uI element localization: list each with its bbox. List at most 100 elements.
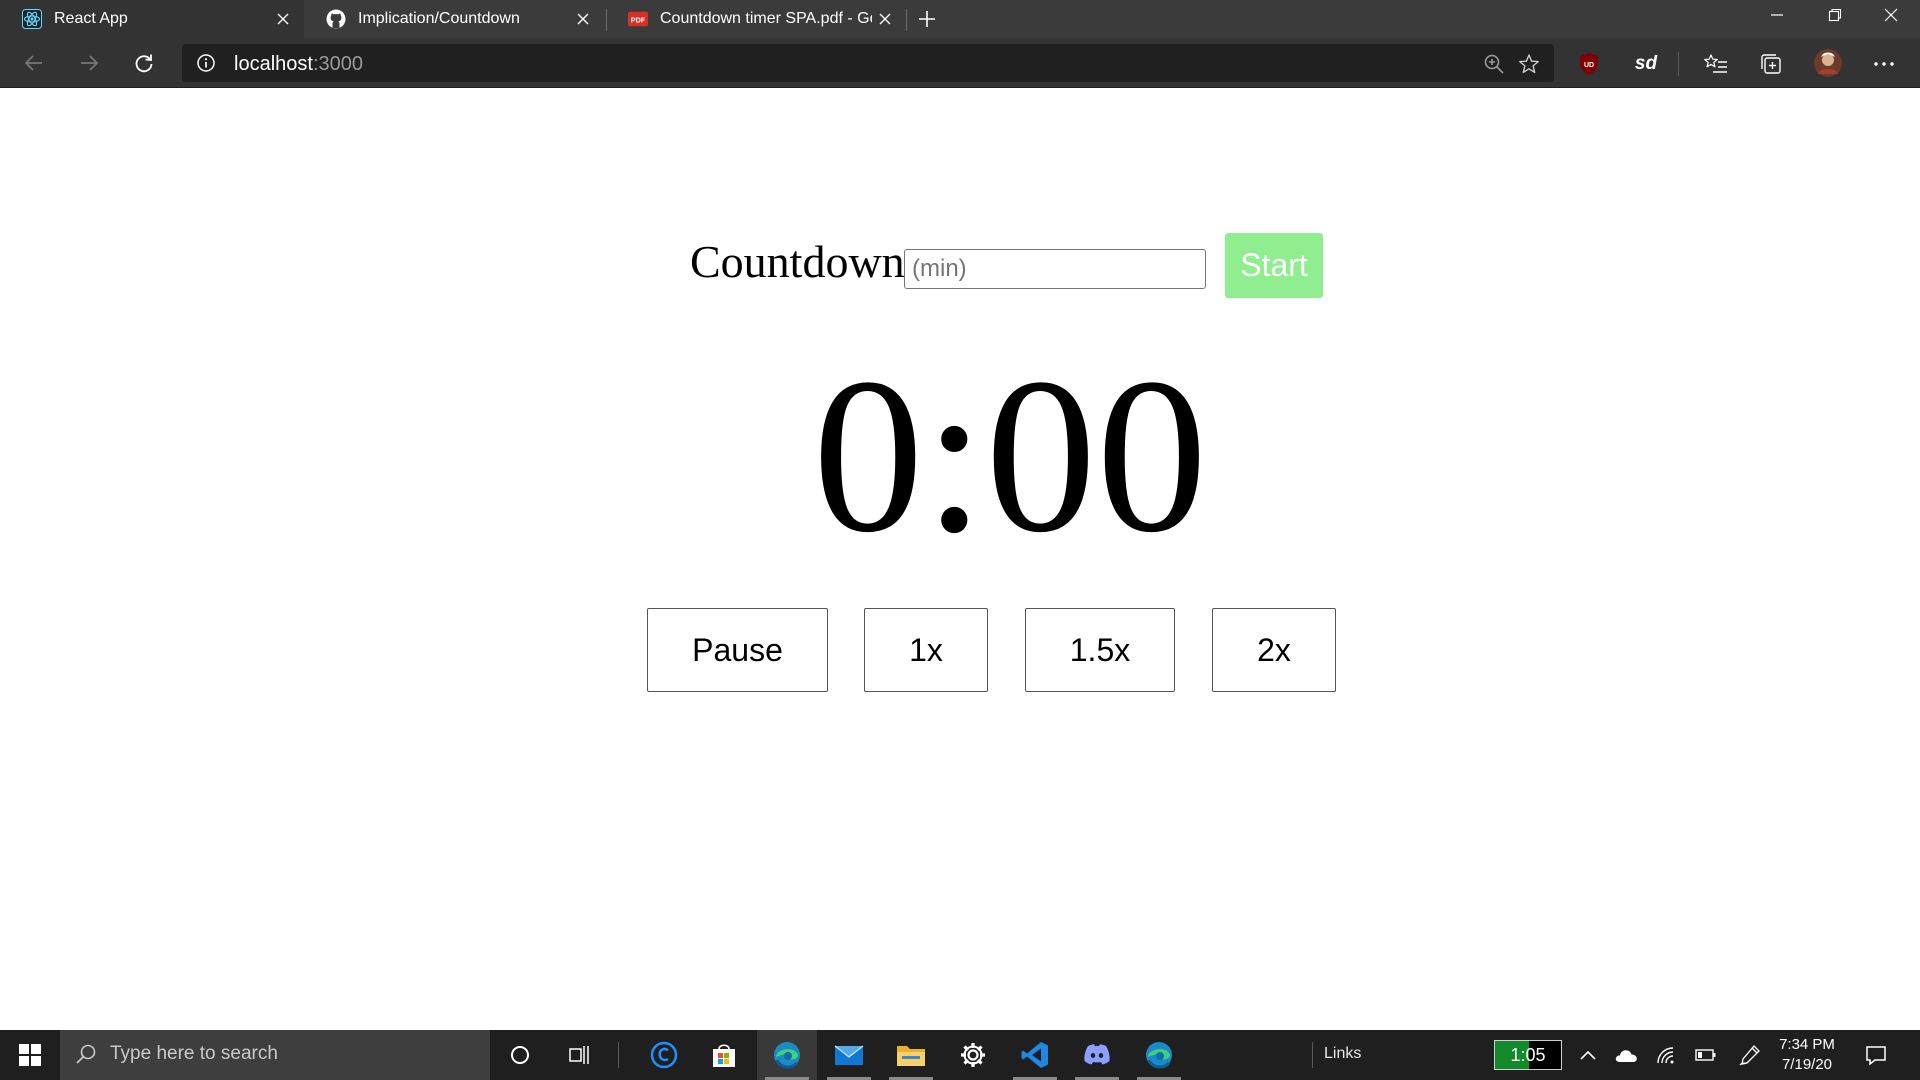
forward-button[interactable] xyxy=(71,46,107,80)
taskbar-file-explorer-app[interactable] xyxy=(881,1030,941,1080)
links-toolbar-label[interactable]: Links xyxy=(1324,1045,1361,1063)
start-button-windows[interactable] xyxy=(0,1030,60,1080)
tab-divider xyxy=(906,9,907,31)
url-host: localhost xyxy=(234,53,313,75)
url-text[interactable]: localhost:3000 xyxy=(234,53,363,76)
wifi-icon xyxy=(1657,1047,1674,1064)
sd-extension-icon[interactable]: sd xyxy=(1630,50,1662,78)
taskbar-divider xyxy=(618,1042,619,1068)
sd-extension-label: sd xyxy=(1634,53,1658,74)
close-tab-icon[interactable] xyxy=(570,6,596,32)
taskbar-settings-app[interactable] xyxy=(943,1030,1003,1080)
close-icon xyxy=(1884,8,1898,22)
task-view-icon xyxy=(569,1046,589,1064)
refresh-icon xyxy=(135,54,153,73)
speed-2x-button[interactable]: 2x xyxy=(1212,608,1336,692)
windows-taskbar: Type here to search Links 1:05 7:34 PM 7… xyxy=(0,1030,1920,1080)
discord-icon xyxy=(1084,1044,1110,1065)
browser-tab-strip: React App Implication/Countdown PDF Coun… xyxy=(0,0,1920,38)
cloud-icon xyxy=(1615,1050,1637,1062)
collections-icon[interactable] xyxy=(1757,50,1785,78)
speed-1x-button[interactable]: 1x xyxy=(864,608,988,692)
show-hidden-icons-button[interactable] xyxy=(1576,1043,1600,1067)
zoom-icon[interactable] xyxy=(1482,52,1506,76)
favorites-list-icon[interactable] xyxy=(1702,50,1730,78)
chevron-up-icon xyxy=(1580,1050,1596,1060)
close-window-button[interactable] xyxy=(1862,0,1920,30)
url-port: :3000 xyxy=(312,53,363,75)
pdf-badge-text: PDF xyxy=(631,16,646,25)
system-clock[interactable]: 7:34 PM 7/19/20 xyxy=(1772,1035,1842,1075)
taskbar-mail-app[interactable] xyxy=(819,1030,879,1080)
minimize-window-button[interactable] xyxy=(1748,0,1806,30)
taskbar-search-box[interactable]: Type here to search xyxy=(60,1030,490,1080)
battery-icon xyxy=(1695,1049,1716,1061)
network-tray-icon[interactable] xyxy=(1654,1043,1678,1067)
favorite-star-icon[interactable] xyxy=(1517,52,1541,76)
ublock-badge-text: UD xyxy=(1584,62,1594,69)
taskbar-vscode-app[interactable] xyxy=(1005,1030,1065,1080)
tab-title: Countdown timer SPA.pdf - Goo xyxy=(660,10,872,27)
tab-implication-countdown[interactable]: Implication/Countdown xyxy=(304,0,604,38)
app-page: Countdown: Start 0:00 Pause 1x 1.5x 2x xyxy=(0,89,1920,1030)
task-view-button[interactable] xyxy=(550,1030,610,1080)
taskbar-store-app[interactable] xyxy=(694,1030,754,1080)
close-tab-icon[interactable] xyxy=(872,6,898,32)
windows-logo-icon xyxy=(19,1044,41,1066)
taskbar-divider xyxy=(1312,1042,1313,1068)
pen-workspace-tray-icon[interactable] xyxy=(1738,1043,1762,1067)
tab-title: Implication/Countdown xyxy=(358,10,520,27)
tab-title: React App xyxy=(54,10,128,27)
onedrive-tray-icon[interactable] xyxy=(1614,1043,1638,1067)
site-info-icon[interactable] xyxy=(196,53,216,73)
minutes-input[interactable] xyxy=(904,249,1206,289)
profile-avatar[interactable] xyxy=(1812,47,1844,79)
mail-envelope-icon xyxy=(834,1045,864,1065)
github-logo-icon xyxy=(326,9,346,29)
search-placeholder: Type here to search xyxy=(110,1043,278,1064)
pause-button[interactable]: Pause xyxy=(647,608,828,692)
folder-icon xyxy=(897,1046,925,1066)
address-bar[interactable]: localhost:3000 xyxy=(182,44,1554,82)
taskbar-edge-beta-app[interactable] xyxy=(1129,1030,1189,1080)
clock-date: 7/19/20 xyxy=(1781,1056,1833,1073)
pen-icon xyxy=(1739,1045,1760,1066)
tab-react-app[interactable]: React App xyxy=(0,0,304,38)
countdown-tray-widget[interactable]: 1:05 xyxy=(1494,1040,1562,1070)
pdf-file-icon: PDF xyxy=(628,9,648,29)
battery-tray-icon[interactable] xyxy=(1694,1043,1718,1067)
ccleaner-icon xyxy=(650,1041,678,1069)
countdown-tray-time: 1:05 xyxy=(1510,1045,1546,1065)
back-button[interactable] xyxy=(16,46,52,80)
cortana-circle-icon xyxy=(511,1046,529,1064)
start-button[interactable]: Start xyxy=(1225,233,1323,298)
browser-toolbar: localhost:3000 UD sd xyxy=(0,38,1920,88)
speed-1-5x-button[interactable]: 1.5x xyxy=(1025,608,1175,692)
taskbar-discord-app[interactable] xyxy=(1067,1030,1127,1080)
minimize-icon xyxy=(1771,14,1783,16)
cortana-button[interactable] xyxy=(490,1030,550,1080)
more-options-icon[interactable] xyxy=(1870,50,1898,78)
restore-window-button[interactable] xyxy=(1806,0,1864,30)
gear-icon xyxy=(961,1043,985,1067)
tab-countdown-timer-pdf[interactable]: PDF Countdown timer SPA.pdf - Goo xyxy=(606,0,906,38)
search-icon xyxy=(76,1044,96,1064)
countdown-label: Countdown: xyxy=(690,236,918,287)
arrow-left-icon xyxy=(24,55,42,71)
arrow-right-icon xyxy=(81,55,99,71)
restore-icon xyxy=(1828,8,1842,22)
close-tab-icon[interactable] xyxy=(270,6,296,32)
toolbar-divider xyxy=(1678,52,1679,76)
taskbar-edge-app[interactable] xyxy=(757,1030,817,1080)
taskbar-ccleaner-app[interactable] xyxy=(634,1030,694,1080)
new-tab-button[interactable] xyxy=(912,4,942,34)
plus-icon xyxy=(919,11,935,27)
store-bag-icon xyxy=(713,1044,735,1067)
edge-browser-icon xyxy=(1146,1042,1172,1069)
countdown-time-display: 0:00 xyxy=(812,333,1208,579)
clock-time: 7:34 PM xyxy=(1779,1036,1835,1053)
notification-icon xyxy=(1866,1046,1886,1066)
refresh-button[interactable] xyxy=(126,46,162,80)
ublock-extension-icon[interactable]: UD xyxy=(1575,50,1603,78)
action-center-button[interactable] xyxy=(1862,1041,1890,1069)
